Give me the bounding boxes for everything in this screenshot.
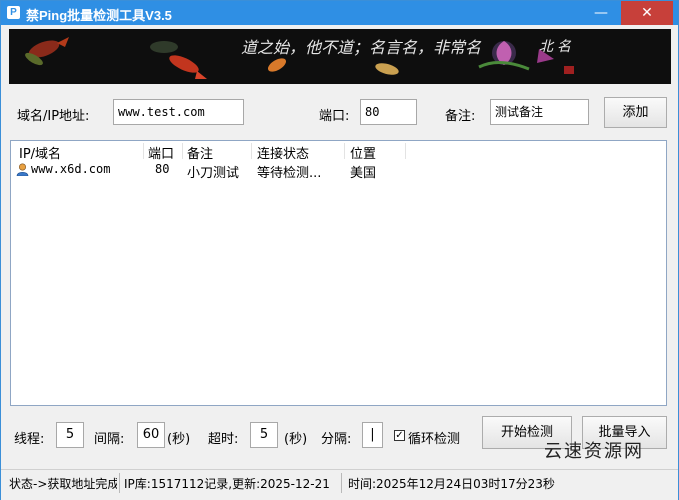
row-host: www.x6d.com [31,162,111,176]
minimize-button[interactable]: — [586,1,616,25]
add-button[interactable]: 添加 [604,97,667,128]
port-label: 端口: [319,109,350,124]
col-divider[interactable] [344,143,345,159]
col-divider[interactable] [405,143,406,159]
host-label: 域名/IP地址: [17,109,90,124]
port-input[interactable]: 80 [360,99,417,125]
app-window: P 禁Ping批量检测工具V3.5 — ✕ 道之始，他不道；名言名，非常名 北 … [0,0,679,500]
note-label: 备注: [445,109,476,124]
banner-calligraphy: 道之始，他不道；名言名，非常名 [241,38,482,57]
status-ipdb: IP库:1517112记录,更新:2025-12-21 [124,477,330,491]
close-button[interactable]: ✕ [621,1,673,25]
loop-checkbox[interactable]: ✓ [394,430,405,441]
list-row[interactable]: www.x6d.com 80 小刀测试 等待检测... 美国 [11,161,666,181]
col-divider[interactable] [251,143,252,159]
loop-label[interactable]: 循环检测 [408,428,460,447]
banner-sign-2: 名 [557,39,572,55]
col-divider[interactable] [143,143,144,159]
status-divider [119,473,120,493]
note-input[interactable]: 测试备注 [490,99,589,125]
threads-label: 线程: [14,432,45,447]
status-bar: 状态->获取地址完成 IP库:1517112记录,更新:2025-12-21 时… [1,469,678,500]
col-host[interactable]: IP/域名 [19,143,61,162]
status-state: 状态->获取地址完成 [9,477,117,491]
list-header: IP/域名 端口 备注 连接状态 位置 [11,141,666,162]
status-time: 时间:2025年12月24日03时17分23秒 [348,477,555,491]
threads-input[interactable]: 5 [56,422,84,448]
col-location[interactable]: 位置 [350,143,376,162]
col-note[interactable]: 备注 [187,143,213,162]
col-status[interactable]: 连接状态 [257,143,309,162]
user-icon [16,163,29,176]
app-icon: P [7,6,20,19]
host-list[interactable]: IP/域名 端口 备注 连接状态 位置 www.x6d.com 80 小刀测试 … [10,140,667,406]
banner-art: 道之始，他不道；名言名，非常名 北 名 [9,29,671,84]
banner-sign: 北 [539,39,555,55]
timeout-label: 超时: [208,432,239,447]
window-title: 禁Ping批量检测工具V3.5 [26,8,172,23]
interval-input[interactable]: 60 [137,422,165,448]
banner-image: 道之始，他不道；名言名，非常名 北 名 [9,29,671,84]
timeout-unit: (秒) [284,432,308,447]
row-note: 小刀测试 [187,166,240,181]
status-divider [341,473,342,493]
split-label: 分隔: [321,432,352,447]
split-input[interactable]: | [362,422,383,448]
title-bar[interactable]: P 禁Ping批量检测工具V3.5 — ✕ [1,1,678,25]
timeout-input[interactable]: 5 [250,422,278,448]
interval-unit: (秒) [167,432,191,447]
row-location: 美国 [350,166,377,181]
host-input[interactable]: www.test.com [113,99,244,125]
col-port[interactable]: 端口 [148,143,174,162]
row-status: 等待检测... [257,166,322,181]
watermark-text: 云速资源网 [544,441,644,462]
col-divider[interactable] [182,143,183,159]
row-port: 80 [155,162,170,176]
interval-label: 间隔: [94,432,125,447]
